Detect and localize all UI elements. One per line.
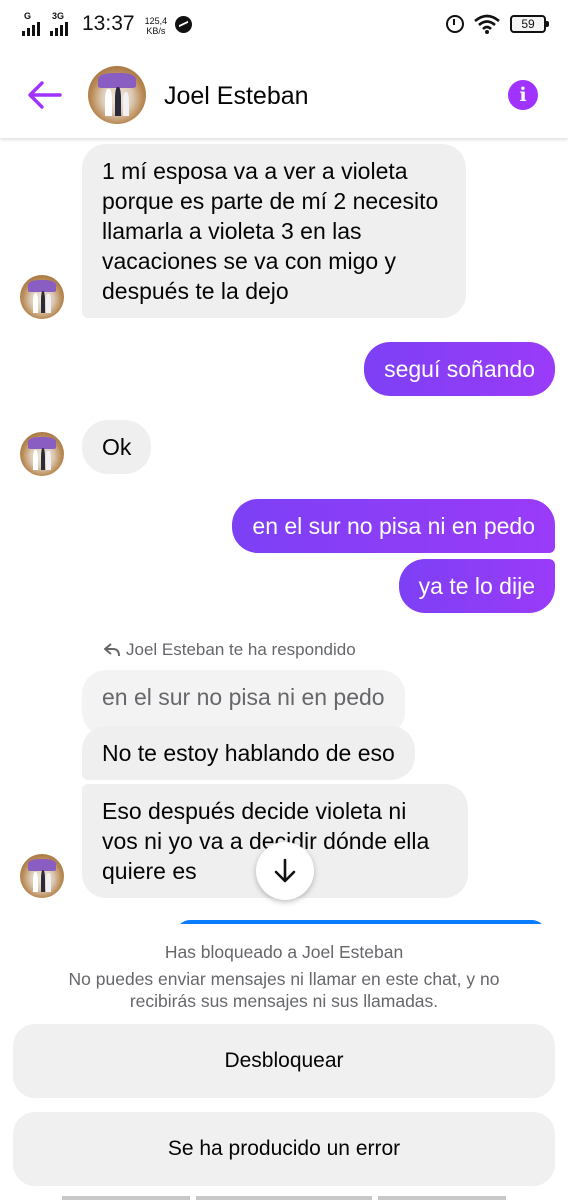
sender-avatar[interactable]: [20, 854, 64, 898]
message-outgoing[interactable]: en el sur no pisa ni en pedo: [232, 499, 555, 553]
signal-icon: G: [22, 11, 44, 36]
message-text: No te estoy hablando de eso: [102, 740, 395, 766]
chat-header: Joel Esteban i: [0, 52, 568, 138]
message-text: seguí soñando: [384, 356, 535, 382]
message-list[interactable]: 1 mí esposa va a ver a violeta porque es…: [0, 138, 568, 924]
messenger-notification-icon: [175, 16, 193, 33]
arrow-down-icon: [274, 858, 296, 883]
blocked-title: Has bloqueado a Joel Esteban: [164, 942, 404, 962]
message-text: ya te lo dije: [418, 573, 535, 599]
reply-indicator: Joel Esteban te ha respondido: [104, 640, 356, 660]
blocked-description: No puedes enviar mensajes ni llamar en e…: [68, 969, 500, 1011]
arrow-left-icon[interactable]: [26, 79, 62, 111]
unblock-button[interactable]: Desbloquear: [13, 1024, 555, 1098]
reply-note-text: Joel Esteban te ha respondido: [126, 640, 356, 659]
reply-arrow-icon: [104, 643, 120, 657]
message-incoming[interactable]: No te estoy hablando de eso: [82, 726, 415, 780]
message-text: 1 mí esposa va a ver a violeta porque es…: [102, 158, 439, 304]
status-bar: G 3G 13:37 125,4 KB/s 59: [0, 0, 568, 52]
nav-hint-bar: [62, 1196, 190, 1200]
nav-hint-bar: [378, 1196, 506, 1200]
scroll-to-bottom-button[interactable]: [256, 842, 314, 900]
contact-avatar[interactable]: [88, 66, 146, 124]
sender-avatar[interactable]: [20, 432, 64, 476]
signal-icon-2: 3G: [50, 11, 72, 36]
network-label-2: 3G: [52, 11, 65, 21]
message-text: en el sur no pisa ni en pedo: [252, 513, 535, 539]
message-incoming[interactable]: Ok: [82, 420, 152, 474]
sender-avatar[interactable]: [20, 275, 64, 319]
contact-name[interactable]: Joel Esteban: [164, 82, 309, 111]
battery-icon: 59: [510, 15, 549, 33]
info-icon[interactable]: i: [508, 80, 538, 110]
quoted-text: en el sur no pisa ni en pedo: [102, 684, 385, 710]
speed-unit: KB/s: [146, 26, 166, 36]
blocked-panel: Has bloqueado a Joel Esteban No puedes e…: [0, 924, 568, 1200]
wifi-icon: [474, 14, 500, 34]
error-button[interactable]: Se ha producido un error: [13, 1112, 555, 1186]
message-incoming[interactable]: 1 mí esposa va a ver a violeta porque es…: [82, 144, 466, 318]
network-label-1: G: [24, 11, 32, 21]
message-outgoing[interactable]: seguí soñando: [364, 342, 555, 396]
nav-hint-bar: [196, 1196, 372, 1200]
message-outgoing[interactable]: ya te lo dije: [398, 559, 555, 613]
speed-value: 125,4: [144, 16, 168, 26]
network-speed: 125,4 KB/s: [145, 16, 168, 36]
alarm-icon: [446, 15, 464, 33]
clock: 13:37: [82, 12, 135, 35]
message-text: Ok: [102, 434, 132, 460]
